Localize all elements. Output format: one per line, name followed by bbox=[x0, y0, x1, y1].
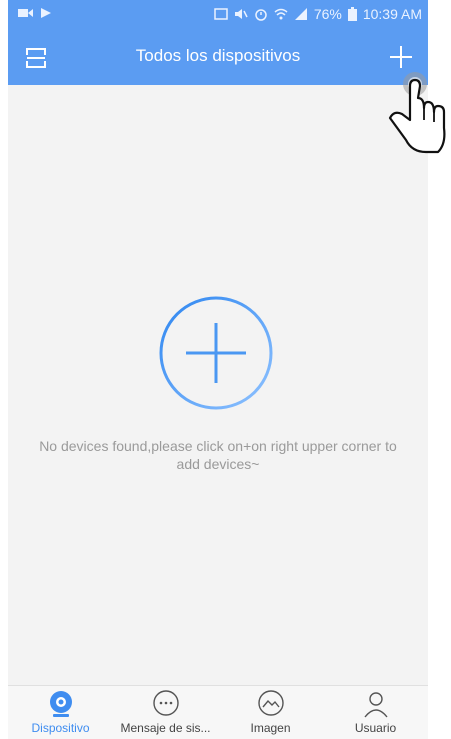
video-icon bbox=[18, 9, 33, 17]
tab-label-mensaje: Mensaje de sis... bbox=[120, 721, 211, 735]
status-left-icons bbox=[18, 7, 52, 19]
pointing-hand-icon bbox=[388, 72, 446, 154]
tab-usuario[interactable]: Usuario bbox=[323, 686, 428, 739]
play-store-icon bbox=[41, 8, 51, 18]
tab-mensaje[interactable]: Mensaje de sis... bbox=[113, 686, 218, 739]
tab-label-dispositivo: Dispositivo bbox=[31, 721, 90, 735]
battery-icon bbox=[347, 7, 357, 21]
tab-dispositivo[interactable]: Dispositivo bbox=[8, 686, 113, 739]
device-list-empty: No devices found,please click on+on righ… bbox=[8, 85, 428, 685]
tab-imagen[interactable]: Imagen bbox=[218, 686, 323, 739]
sim-icon bbox=[214, 8, 228, 20]
phone-screen: 76% 10:39 AM Todos los dispositivos No d… bbox=[8, 0, 428, 739]
page-title: Todos los dispositivos bbox=[135, 46, 301, 65]
user-icon bbox=[363, 692, 388, 718]
status-right-icons: 76% 10:39 AM bbox=[214, 6, 422, 22]
empty-message: No devices found,please click on+on righ… bbox=[39, 438, 397, 472]
bottom-tab-bar: Dispositivo Mensaje de sis... Imagen Usu… bbox=[8, 685, 428, 739]
message-icon bbox=[152, 690, 179, 716]
camera-icon bbox=[49, 691, 72, 717]
signal-icon bbox=[294, 8, 307, 20]
alarm-icon bbox=[255, 9, 267, 21]
plus-icon[interactable] bbox=[388, 44, 414, 70]
status-bar: 76% 10:39 AM bbox=[8, 0, 428, 30]
image-icon bbox=[257, 690, 284, 716]
wifi-icon bbox=[274, 8, 288, 20]
clock-time: 10:39 AM bbox=[362, 6, 422, 22]
circle-plus-icon[interactable] bbox=[158, 295, 274, 411]
mute-icon bbox=[234, 9, 248, 19]
app-bar: Todos los dispositivos bbox=[8, 30, 428, 85]
tab-label-imagen: Imagen bbox=[250, 721, 291, 735]
battery-percent: 76% bbox=[313, 6, 342, 22]
tab-label-usuario: Usuario bbox=[354, 721, 397, 735]
